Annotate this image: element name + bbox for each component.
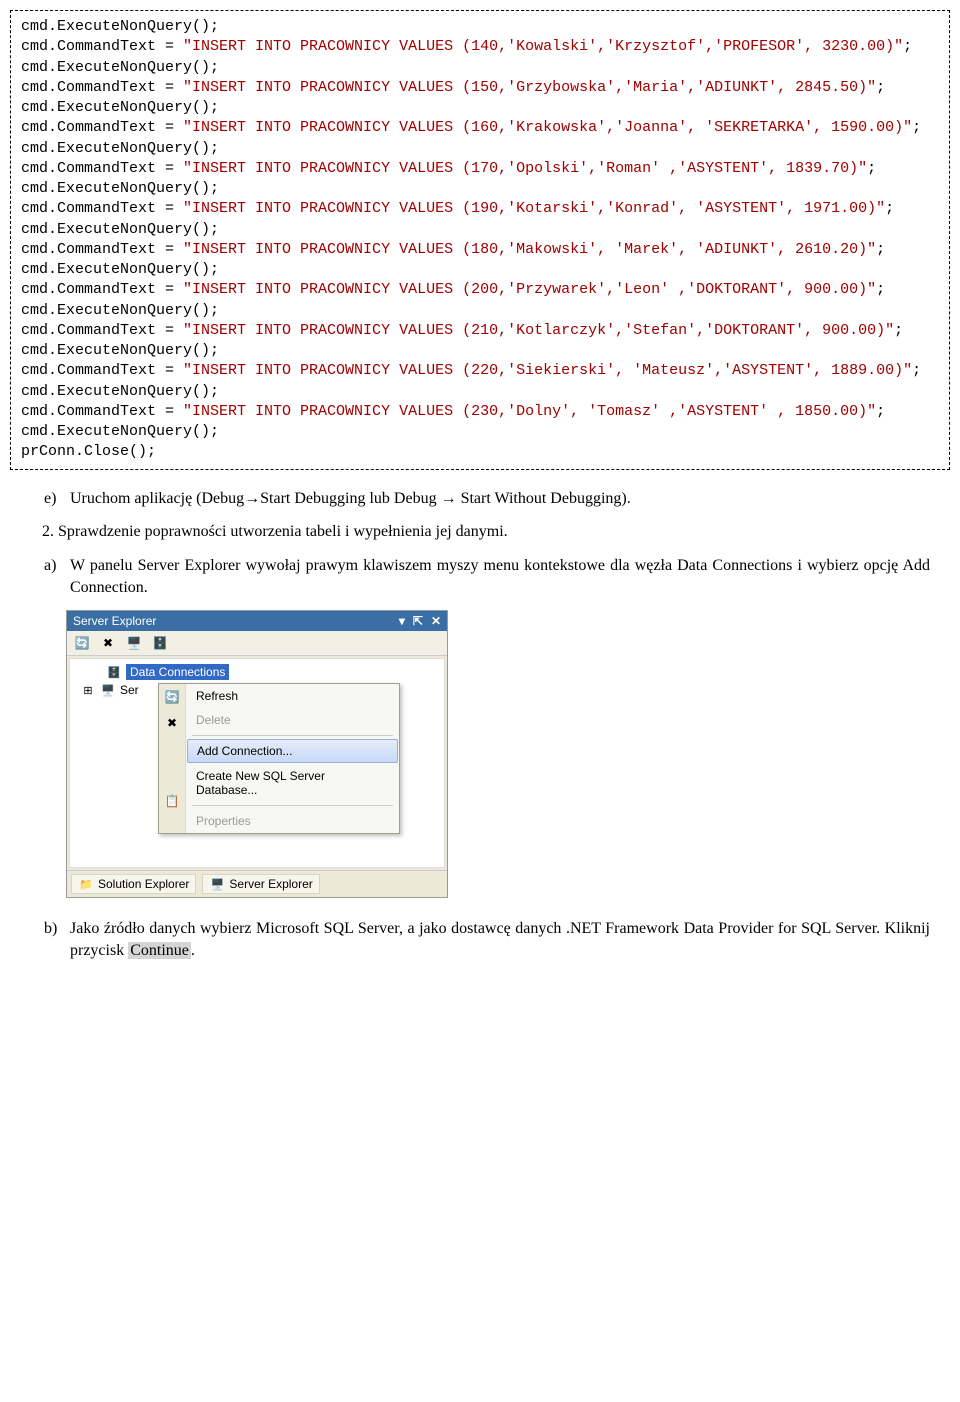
ctx-create-db[interactable]: Create New SQL Server Database... [186,764,399,802]
tab-solution-explorer[interactable]: 📁 Solution Explorer [71,874,196,894]
server-explorer-title: Server Explorer [73,614,156,628]
step-2-heading: 2. Sprawdzenie poprawności utworzenia ta… [42,523,940,541]
stop-icon[interactable]: ✖ [99,634,117,652]
expand-icon[interactable]: ⊞ [80,682,96,698]
list-label-b: b) [44,918,57,940]
ctx-refresh-icon: 🔄 [159,684,185,710]
server-explorer-tree: 🗄️ Data Connections ⊞ 🖥️ Ser 🔄 ✖ 📋 Refre… [69,658,445,868]
substep-b-text-post: . [191,942,195,959]
ctx-properties: Properties [186,809,399,833]
explorer-tabs: 📁 Solution Explorer 🖥️ Server Explorer [67,870,447,897]
instruction-e: e) Uruchom aplikację (Debug→Start Debugg… [70,488,930,510]
substep-a: a) W panelu Server Explorer wywołaj praw… [70,555,930,598]
data-connections-label: Data Connections [126,664,229,680]
server-explorer-toolbar: 🔄 ✖ 🖥️ 🗄️ [67,631,447,656]
database-node-icon: 🗄️ [106,664,122,680]
list-label-a: a) [44,555,56,577]
substep-a-text: W panelu Server Explorer wywołaj prawym … [70,557,930,596]
ctx-refresh[interactable]: Refresh [186,684,399,708]
instruction-e-text: Uruchom aplikację (Debug→Start Debugging… [70,490,631,507]
code-block: cmd.ExecuteNonQuery(); cmd.CommandText =… [10,10,950,470]
substep-b: b) Jako źródło danych wybierz Microsoft … [70,918,930,961]
tree-node-data-connections[interactable]: 🗄️ Data Connections [70,663,444,681]
database-icon[interactable]: 🗄️ [151,634,169,652]
close-icon[interactable]: ✕ [431,614,441,628]
tab-server-explorer[interactable]: 🖥️ Server Explorer [202,874,319,894]
server-explorer-tab-icon: 🖥️ [209,876,225,892]
connect-icon[interactable]: 🖥️ [125,634,143,652]
ctx-delete: Delete [186,708,399,732]
ctx-delete-icon: ✖ [159,710,185,736]
server-node-icon: 🖥️ [100,682,116,698]
ctx-properties-icon: 📋 [159,788,185,814]
substep-b-text-pre: Jako źródło danych wybierz Microsoft SQL… [70,920,930,959]
tab-server-label: Server Explorer [229,877,312,891]
ctx-separator [192,805,393,806]
list-label-e: e) [44,488,56,510]
solution-explorer-icon: 📁 [78,876,94,892]
servers-label-truncated: Ser [120,683,139,697]
server-explorer-titlebar[interactable]: Server Explorer ▾ ⇱ ✕ [67,611,447,631]
tab-solution-label: Solution Explorer [98,877,189,891]
dropdown-icon[interactable]: ▾ [399,614,405,628]
ctx-add-connection[interactable]: Add Connection... [187,739,398,763]
server-explorer-window: Server Explorer ▾ ⇱ ✕ 🔄 ✖ 🖥️ 🗄️ 🗄️ Data … [66,610,448,898]
continue-button-label: Continue [128,942,191,959]
ctx-separator [192,735,393,736]
refresh-icon[interactable]: 🔄 [73,634,91,652]
pin-icon[interactable]: ⇱ [413,614,423,628]
context-menu: 🔄 ✖ 📋 Refresh Delete Add Connection... C… [158,683,400,834]
